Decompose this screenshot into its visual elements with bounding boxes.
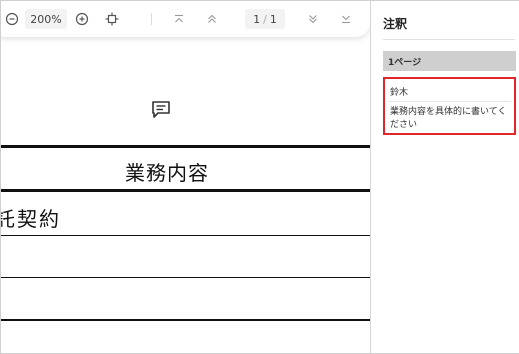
table-row-line bbox=[1, 319, 370, 321]
next-page-icon bbox=[309, 15, 317, 24]
prev-page-icon bbox=[208, 14, 216, 23]
table-header-row: 業務内容 bbox=[1, 149, 370, 189]
comment-text: 業務内容を具体的に書いてください bbox=[390, 107, 507, 130]
comment-author: 鈴木 bbox=[390, 88, 409, 98]
zoom-out-button[interactable] bbox=[1, 1, 23, 37]
first-page-button[interactable] bbox=[168, 1, 190, 37]
panel-divider bbox=[383, 39, 515, 40]
table-border bbox=[1, 145, 370, 148]
table-border bbox=[1, 189, 370, 192]
comment-annotation-marker[interactable] bbox=[150, 99, 172, 121]
first-page-icon bbox=[175, 14, 183, 23]
total-pages: 1 bbox=[269, 12, 277, 26]
zoom-level-display[interactable]: 200% bbox=[25, 9, 67, 29]
page-separator-icon: / bbox=[263, 12, 267, 26]
fit-page-button[interactable] bbox=[101, 1, 123, 37]
fit-page-icon bbox=[105, 12, 119, 26]
comment-divider bbox=[388, 101, 511, 102]
comment-card[interactable]: 鈴木 業務内容を具体的に書いてください bbox=[383, 77, 516, 135]
table-row-line bbox=[1, 235, 370, 236]
page-group-label: 1ページ bbox=[388, 57, 422, 68]
contract-text: 託契約 bbox=[1, 207, 61, 231]
last-page-icon bbox=[342, 15, 350, 24]
page-group-header[interactable]: 1ページ bbox=[383, 51, 516, 71]
plus-circle-icon bbox=[75, 12, 89, 26]
toolbar-separator bbox=[151, 13, 152, 25]
table-row-line bbox=[1, 277, 370, 278]
prev-page-button[interactable] bbox=[201, 1, 223, 37]
panel-title: 注釈 bbox=[383, 17, 408, 31]
minus-circle-icon bbox=[5, 12, 19, 26]
document-viewer: 200% 1 / 1 業務内容 託契約 bbox=[1, 1, 370, 353]
page-indicator[interactable]: 1 / 1 bbox=[245, 9, 285, 29]
annotation-panel: 注釈 1ページ 鈴木 業務内容を具体的に書いてください bbox=[370, 1, 519, 353]
comment-icon bbox=[152, 101, 170, 118]
viewer-toolbar: 200% 1 / 1 bbox=[1, 1, 370, 37]
last-page-button[interactable] bbox=[335, 1, 357, 37]
section-title: 業務内容 bbox=[125, 161, 209, 185]
next-page-button[interactable] bbox=[302, 1, 324, 37]
current-page: 1 bbox=[253, 12, 261, 26]
zoom-in-button[interactable] bbox=[71, 1, 93, 37]
